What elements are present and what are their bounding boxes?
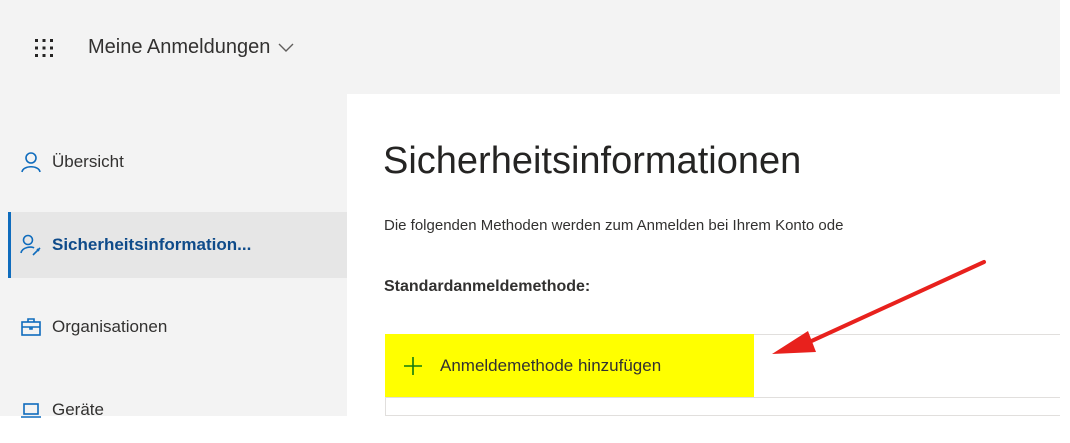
divider: [385, 397, 1060, 398]
briefcase-icon: [20, 316, 42, 338]
main-content: Sicherheitsinformationen Die folgenden M…: [347, 94, 1060, 416]
top-bar: Meine Anmeldungen: [0, 0, 1060, 94]
right-edge: [1060, 0, 1070, 416]
sidebar-item-label: Organisationen: [52, 317, 168, 336]
default-method-label: Standardanmeldemethode:: [384, 278, 591, 295]
sidebar-item-devices[interactable]: Geräte: [8, 377, 347, 443]
add-method-label: Anmeldemethode hinzufügen: [440, 356, 662, 375]
app-title: Meine Anmeldungen: [88, 36, 271, 58]
chevron-down-icon: [278, 36, 294, 59]
add-method-button[interactable]: Anmeldemethode hinzufügen: [385, 334, 754, 397]
page-title: Sicherheitsinformationen: [383, 140, 802, 182]
sidebar-item-organizations[interactable]: Organisationen: [8, 294, 347, 360]
sidebar: Übersicht Sicherheitsinformation... Orga…: [0, 94, 347, 419]
person-icon: [20, 151, 42, 173]
sidebar-item-label: Übersicht: [52, 152, 124, 171]
sidebar-item-label: Sicherheitsinformation...: [52, 235, 252, 254]
person-key-icon: [20, 234, 42, 256]
sidebar-item-overview[interactable]: Übersicht: [8, 129, 347, 195]
page-description: Die folgenden Methoden werden zum Anmeld…: [384, 217, 844, 234]
laptop-icon: [20, 399, 42, 421]
waffle-icon[interactable]: [33, 37, 55, 59]
plus-icon: [403, 356, 423, 376]
sidebar-item-security-info[interactable]: Sicherheitsinformation...: [8, 212, 347, 278]
sidebar-item-label: Geräte: [52, 400, 104, 419]
app-title-dropdown[interactable]: Meine Anmeldungen: [88, 36, 294, 59]
